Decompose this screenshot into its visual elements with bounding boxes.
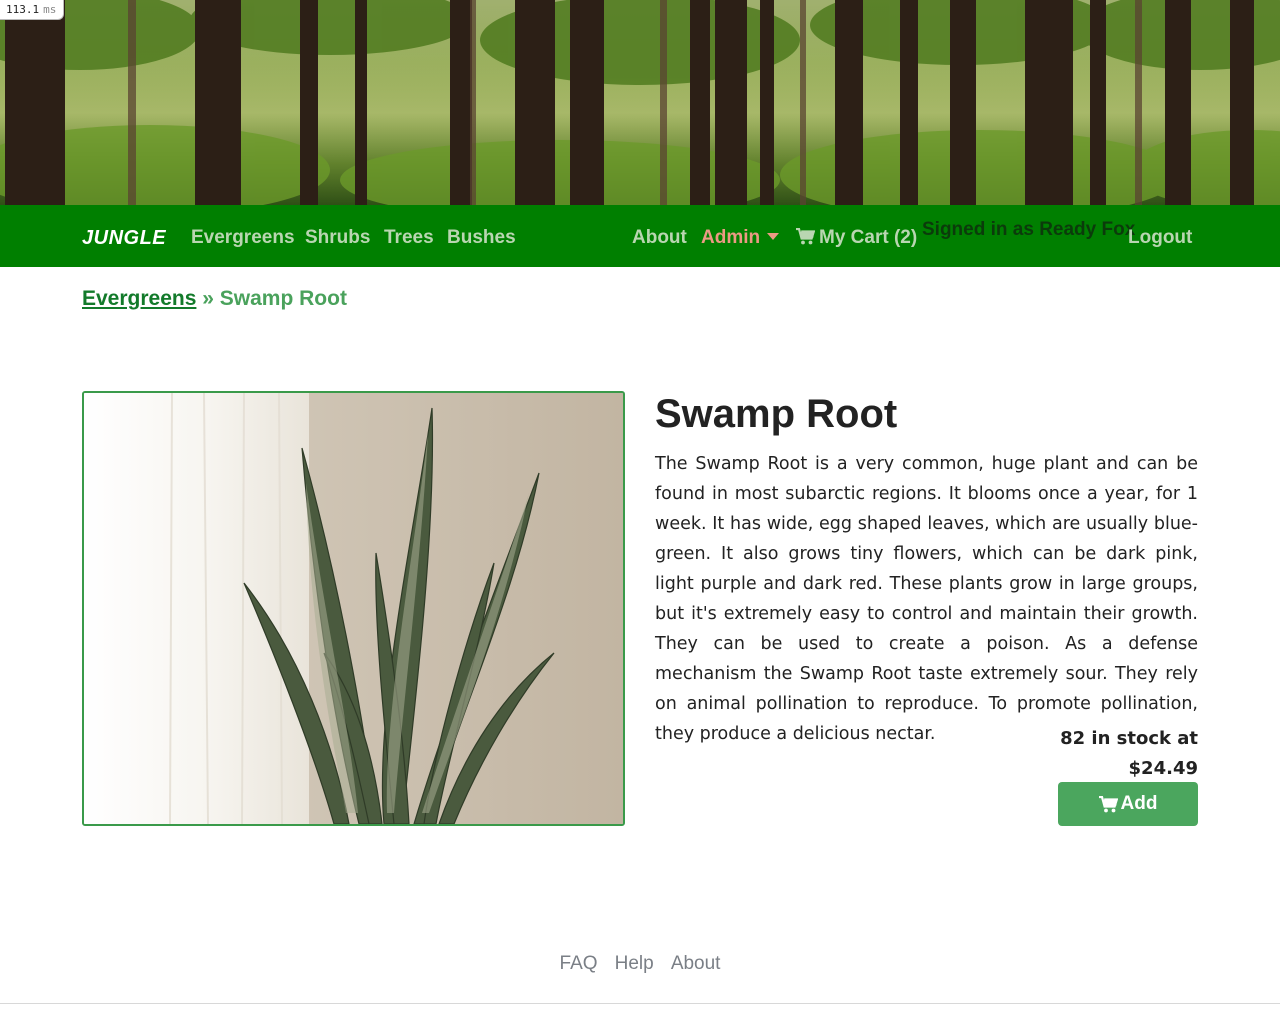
my-cart-label: My Cart (2) bbox=[819, 227, 918, 248]
footer-link-faq[interactable]: FAQ bbox=[560, 953, 598, 975]
product-price: $24.49 bbox=[1128, 758, 1198, 779]
nav-link-evergreens[interactable]: Evergreens bbox=[191, 227, 295, 249]
breadcrumb-separator: » bbox=[202, 287, 214, 310]
timing-unit: ms bbox=[43, 3, 57, 16]
breadcrumb: Evergreens » Swamp Root bbox=[82, 287, 347, 311]
my-cart-link[interactable]: My Cart (2) bbox=[796, 227, 917, 249]
nav-link-trees[interactable]: Trees bbox=[384, 227, 434, 249]
product-image bbox=[82, 391, 625, 826]
add-button-label: Add bbox=[1120, 793, 1158, 814]
admin-dropdown-label: Admin bbox=[701, 227, 761, 248]
footer-links: FAQ Help About bbox=[0, 953, 1280, 975]
caret-down-icon bbox=[767, 233, 780, 240]
nav-link-shrubs[interactable]: Shrubs bbox=[305, 227, 370, 249]
breadcrumb-category-link[interactable]: Evergreens bbox=[82, 287, 196, 310]
hero-forest-image bbox=[0, 0, 1280, 205]
product-title: Swamp Root bbox=[655, 392, 898, 436]
add-to-cart-button[interactable]: Add bbox=[1058, 782, 1198, 826]
footer-link-help[interactable]: Help bbox=[615, 953, 654, 975]
footer-link-about[interactable]: About bbox=[671, 953, 721, 975]
footer-divider bbox=[0, 1003, 1280, 1004]
stock-count: 82 in stock at bbox=[1060, 728, 1198, 749]
breadcrumb-current: Swamp Root bbox=[219, 287, 347, 310]
stock-and-price: 82 in stock at $24.49 bbox=[1060, 724, 1198, 784]
shopping-cart-icon bbox=[1098, 795, 1118, 812]
render-timing-badge: 113.1 ms bbox=[0, 0, 65, 20]
timing-value: 113.1 bbox=[6, 3, 40, 16]
admin-dropdown-toggle[interactable]: Admin bbox=[701, 227, 780, 249]
nav-link-bushes[interactable]: Bushes bbox=[447, 227, 516, 249]
signed-in-user-text: Signed in as Ready Fox bbox=[922, 219, 1136, 240]
product-description: The Swamp Root is a very common, huge pl… bbox=[655, 454, 1198, 744]
shopping-cart-icon bbox=[796, 228, 815, 245]
logout-link[interactable]: Logout bbox=[1128, 227, 1192, 249]
nav-link-about[interactable]: About bbox=[632, 227, 687, 249]
brand-logo-link[interactable]: JUNGLE bbox=[82, 227, 166, 250]
main-navbar: JUNGLE Evergreens Shrubs Trees Bushes Ab… bbox=[0, 205, 1280, 267]
